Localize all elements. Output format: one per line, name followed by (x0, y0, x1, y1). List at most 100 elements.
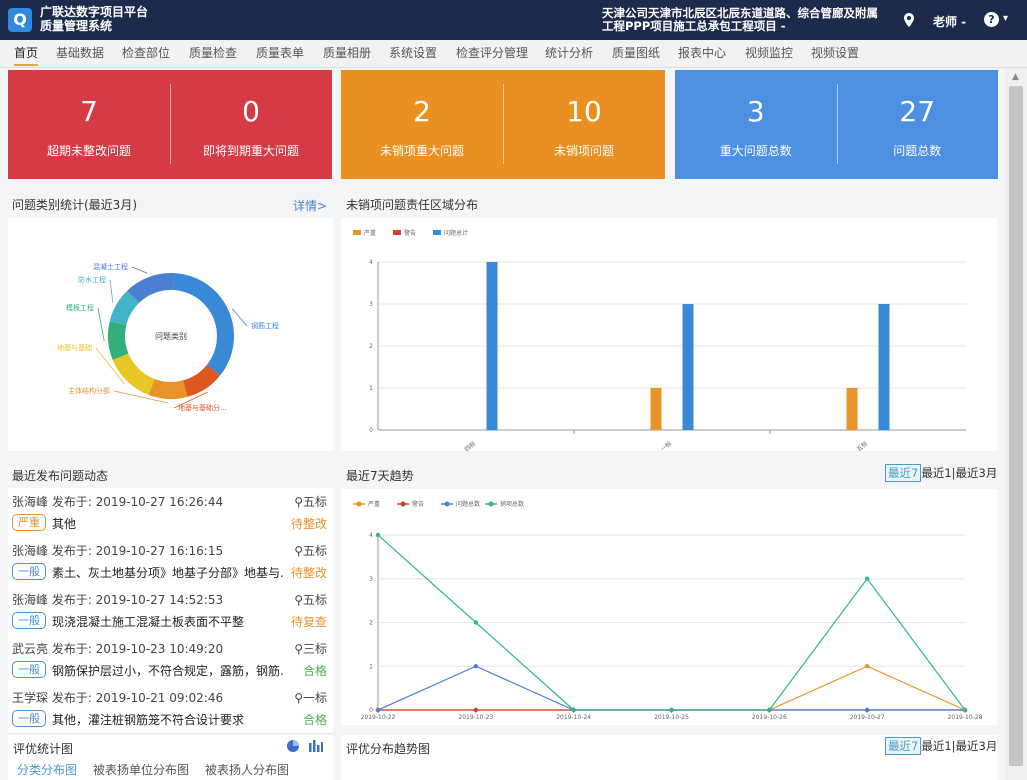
map-pin-icon: ⚲ (294, 691, 303, 705)
nav-tab-8[interactable]: 统计分析 (545, 44, 593, 61)
project-selector[interactable]: 天津公司天津市北辰区北辰东道道路、综合管廊及附属 工程PPP项目施工总承包工程项… (602, 7, 892, 33)
eval-tab-category[interactable]: 分类分布图 (17, 761, 77, 778)
category-more-link[interactable]: 详情> (293, 197, 327, 214)
feed-title: 最近发布问题动态 (12, 469, 109, 483)
pie-chart-icon[interactable] (286, 739, 300, 753)
bar (486, 262, 498, 430)
nav-tab-2[interactable]: 检查部位 (122, 44, 170, 61)
map-pin-icon[interactable] (904, 13, 914, 27)
trend-range-3m[interactable]: 最近3月 (956, 466, 998, 480)
bar-chart-icon[interactable] (308, 739, 324, 753)
kpi-stat[interactable]: 0 即将到期重大问题 (170, 70, 332, 179)
series-line (378, 665, 966, 711)
eval-tab-person[interactable]: 被表扬人分布图 (205, 761, 289, 778)
trend-range-1[interactable]: 最近1| (921, 466, 955, 480)
donut-label: 钢筋工程 (251, 321, 279, 330)
legend-label: 问题总计 (444, 229, 468, 237)
data-point (864, 576, 870, 581)
nav-tab-11[interactable]: 视频监控 (745, 44, 793, 61)
legend-marker (356, 501, 362, 507)
nav-tab-9[interactable]: 质量图纸 (612, 44, 660, 61)
status-badge: 合格 (302, 664, 327, 678)
severity-tag: 严重 (12, 514, 46, 531)
nav-tab-4[interactable]: 质量表单 (256, 44, 304, 61)
kpi-stat[interactable]: 7 超期未整改问题 (8, 70, 170, 179)
trend-title: 最近7天趋势 (346, 469, 414, 483)
eval-range-7[interactable]: 最近7 (885, 737, 922, 755)
nav-tab-6[interactable]: 系统设置 (389, 44, 437, 61)
donut-leader-line (97, 307, 105, 342)
donut-leader-line (131, 266, 148, 274)
feed-location-label: 三标 (302, 642, 327, 656)
x-tick-label: 一标 (659, 439, 673, 451)
feed-item[interactable]: 王学琛 发布于: 2019-10-21 09:02:46 ⚲一标 一般 其他，灌… (8, 684, 333, 734)
app-logo[interactable]: Q (8, 8, 32, 32)
kpi-stat[interactable]: 3 重大问题总数 (675, 70, 837, 179)
category-chart-panel: 钢筋工程 地基与基础分... 主体结构分部 地基与基础 模板工程 防水工程 混凝土工程 问题类… (8, 218, 333, 451)
nav-tab-0[interactable]: 首页 (14, 44, 39, 66)
kpi-value: 10 (566, 95, 602, 128)
map-pin-icon: ⚲ (294, 544, 303, 558)
nav-tab-12[interactable]: 视频设置 (811, 44, 859, 61)
eval-range-selector: 最近7 最近1|最近3月 (885, 737, 997, 755)
x-tick-label: 2019-10-25 (654, 714, 689, 721)
eval-range-3m[interactable]: 最近3月 (956, 739, 998, 753)
scroll-up-arrow[interactable]: ▲ (1012, 72, 1019, 82)
kpi-value: 3 (746, 95, 765, 128)
feed-item[interactable]: 张海峰 发布于: 2019-10-27 16:16:15 ⚲五标 一般 素土、灰… (8, 537, 333, 587)
feed-item[interactable]: 张海峰 发布于: 2019-10-27 16:26:44 ⚲五标 严重 其他 待… (8, 488, 333, 538)
help-menu-caret[interactable]: ▾ (1003, 13, 1008, 24)
kpi-card-1: 2 未销项重大问题 10 未销项问题 (341, 70, 665, 179)
legend-label: 严重 (368, 500, 380, 508)
legend-label: 销项总数 (500, 500, 524, 508)
eval-tab-unit[interactable]: 被表扬单位分布图 (93, 761, 189, 778)
kpi-stat[interactable]: 27 问题总数 (837, 70, 999, 179)
legend-label: 警告 (412, 500, 424, 508)
kpi-value: 0 (242, 95, 260, 128)
zone-chart-panel: 严重 警告 问题总计 0 1 2 3 4 四标 一标 五标 (341, 218, 997, 453)
feed-meta: 张海峰 发布于: 2019-10-27 14:52:53 (12, 593, 224, 607)
feed-item[interactable]: 武云亮 发布于: 2019-10-23 10:49:20 ⚲三标 一般 钢筋保护… (8, 635, 333, 685)
nav-tab-3[interactable]: 质量检查 (189, 44, 237, 61)
kpi-divider (503, 84, 504, 164)
donut-center-label: 问题类别 (155, 331, 187, 341)
feed-location: ⚲三标 (294, 640, 327, 657)
eval-range-1[interactable]: 最近1| (921, 739, 955, 753)
x-tick-label: 2019-10-26 (752, 714, 787, 721)
eval-title: 评优统计图 (13, 742, 74, 756)
feed-meta: 武云亮 发布于: 2019-10-23 10:49:20 (12, 642, 224, 656)
feed-meta: 张海峰 发布于: 2019-10-27 16:26:44 (12, 495, 224, 509)
kpi-stat[interactable]: 10 未销项问题 (503, 70, 665, 179)
scrollbar-thumb[interactable] (1009, 86, 1023, 766)
help-icon[interactable]: ? (984, 12, 999, 27)
data-point (375, 532, 381, 538)
trend-line-chart: 严重 警告 问题总数 销项总数 0 1 2 3 4 2019-10-22 2019-10-23 201… (353, 500, 983, 721)
donut-slice (173, 273, 234, 376)
kpi-card-2: 3 重大问题总数 27 问题总数 (675, 70, 998, 179)
status-badge: 待复查 (290, 615, 327, 629)
severity-tag: 一般 (12, 612, 46, 629)
nav-tab-1[interactable]: 基础数据 (56, 44, 104, 61)
x-tick-label: 四标 (463, 439, 477, 451)
nav-tab-7[interactable]: 检查评分管理 (456, 44, 528, 61)
legend-swatch (393, 230, 401, 235)
kpi-label: 重大问题总数 (719, 144, 792, 158)
vertical-scrollbar[interactable]: ▲ (1005, 68, 1027, 780)
feed-location: ⚲五标 (294, 542, 327, 559)
y-tick-label: 2 (369, 620, 373, 627)
trend-range-7[interactable]: 最近7 (885, 464, 922, 482)
legend-label: 问题总数 (456, 500, 480, 508)
kpi-stat[interactable]: 2 未销项重大问题 (341, 70, 503, 179)
feed-item[interactable]: 张海峰 发布于: 2019-10-27 14:52:53 ⚲五标 一般 现浇混凝… (8, 586, 333, 636)
x-tick-label: 2019-10-28 (948, 714, 983, 721)
kpi-value: 27 (899, 95, 936, 128)
kpi-value: 7 (80, 95, 98, 128)
nav-tab-5[interactable]: 质量相册 (323, 44, 371, 61)
kpi-label: 超期未整改问题 (46, 144, 131, 158)
user-menu[interactable]: 老师 - (933, 13, 966, 30)
feed-location-label: 五标 (302, 593, 327, 607)
y-tick-label: 1 (369, 385, 373, 392)
nav-tab-10[interactable]: 报表中心 (678, 44, 726, 61)
severity-tag: 一般 (12, 563, 46, 580)
feed-location-label: 五标 (302, 495, 327, 509)
